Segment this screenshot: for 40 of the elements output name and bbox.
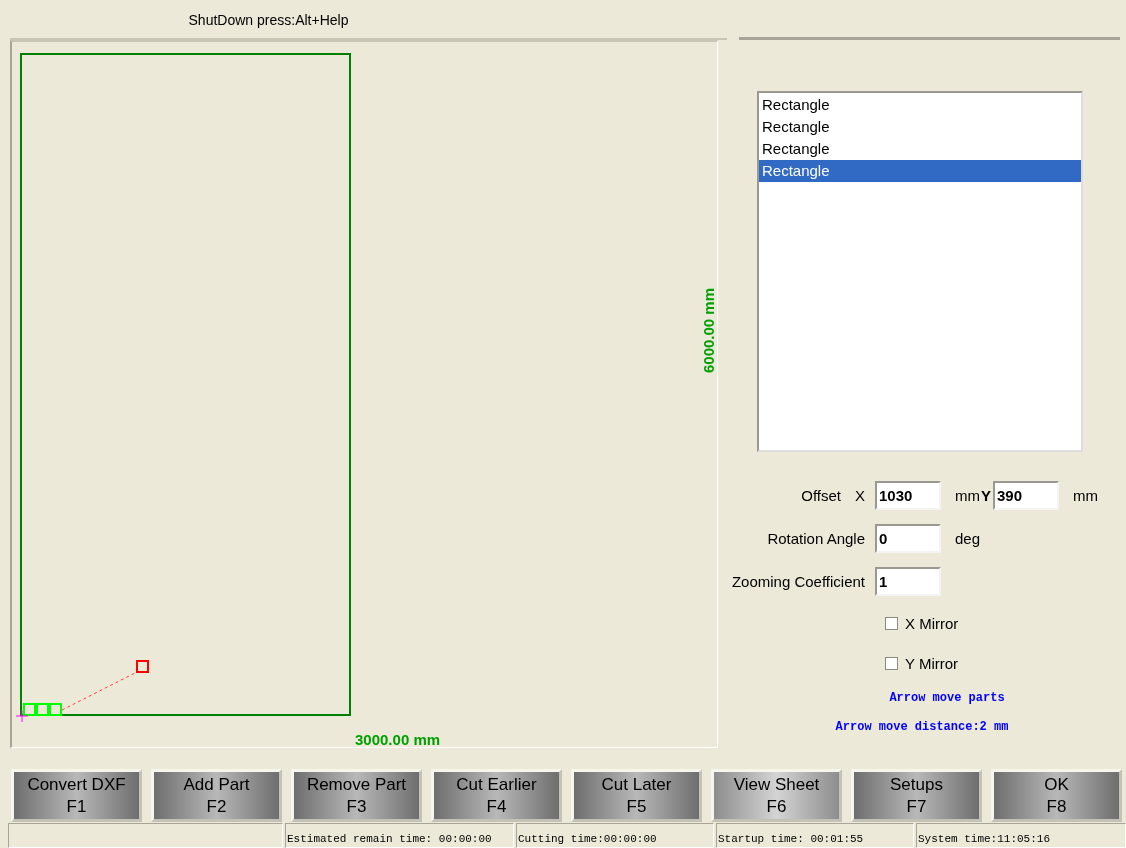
function-key-button[interactable]: Convert DXF F1: [11, 769, 142, 822]
hint-text: Arrow move parts: [889, 690, 1005, 705]
unit-label: deg: [955, 530, 981, 547]
checkbox-label[interactable]: Y Mirror: [905, 654, 959, 672]
status-text: Startup time: 00:01:55: [718, 833, 864, 845]
hint-text: Arrow move distance:2 mm: [835, 719, 1009, 734]
field-label: Offset: [801, 487, 841, 504]
parts-list[interactable]: Rectangle Rectangle Rectangle Rectangle: [757, 91, 1083, 452]
unit-label: mm: [955, 487, 980, 504]
checkbox-label[interactable]: X Mirror: [905, 614, 959, 632]
input-field[interactable]: 0: [875, 524, 941, 553]
input-field[interactable]: 1: [875, 567, 941, 596]
height-dimension: 6000.00 mm: [699, 286, 717, 376]
part-outline: [49, 703, 62, 716]
input-field[interactable]: 1030: [875, 481, 941, 510]
part-outline: [36, 703, 49, 716]
status-text: Cutting time:00:00:00: [518, 833, 657, 845]
function-key-button[interactable]: Cut Later F5: [571, 769, 702, 822]
window-title: ShutDown press:Alt+Help: [188, 12, 349, 28]
list-item[interactable]: Rectangle: [759, 160, 1081, 182]
checkbox[interactable]: [885, 656, 898, 670]
function-key-button[interactable]: Remove Part F3: [291, 769, 422, 822]
function-key-button[interactable]: Setups F7: [851, 769, 982, 822]
checkbox[interactable]: [885, 616, 898, 630]
field-label: X: [855, 487, 865, 504]
width-dimension: 3000.00 mm: [355, 731, 441, 748]
unit-label: mm: [1073, 487, 1098, 504]
selected-part-outline: [136, 660, 149, 673]
input-field[interactable]: 390: [993, 481, 1059, 510]
function-key-button[interactable]: View Sheet F6: [711, 769, 842, 822]
field-label: Y: [981, 487, 991, 504]
origin-marker: [15, 709, 29, 723]
part-outline: [23, 703, 36, 716]
function-key-button[interactable]: OK F8: [991, 769, 1122, 822]
status-text: System time:11:05:16: [918, 833, 1051, 845]
field-label: Rotation Angle: [767, 530, 865, 547]
status-text: Estimated remain time: 00:00:00: [287, 833, 492, 845]
function-key-button[interactable]: Add Part F2: [151, 769, 282, 822]
function-key-button[interactable]: Cut Earlier F4: [431, 769, 562, 822]
field-label: Zooming Coefficient: [731, 573, 865, 590]
